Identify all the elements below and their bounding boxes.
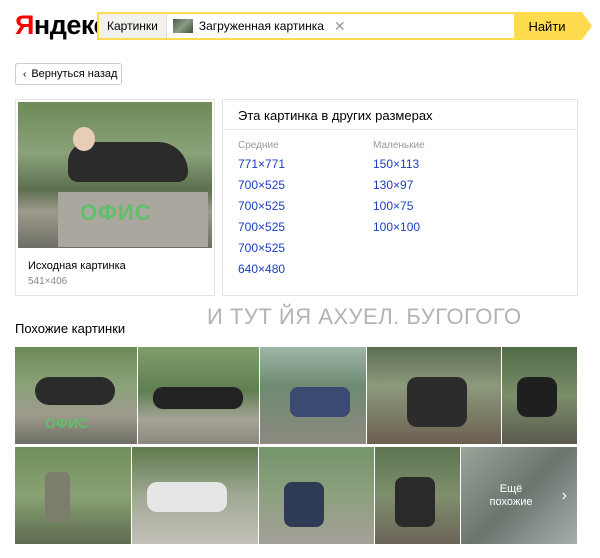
original-image-label: Исходная картинка (28, 260, 126, 272)
original-image[interactable]: ОФИС (18, 102, 212, 248)
uploaded-image-thumbnail (172, 19, 193, 33)
image-head (73, 127, 95, 151)
more-line-1: Ещё (499, 483, 523, 495)
chevron-right-icon: › (561, 487, 567, 504)
chevron-left-icon: ‹ (23, 68, 27, 80)
uploaded-image-chip[interactable]: Загруженная картинка ✕ (167, 14, 352, 38)
size-link[interactable]: 100×75 (373, 196, 425, 217)
similar-image[interactable] (15, 447, 131, 544)
search-input[interactable] (352, 14, 514, 38)
other-sizes-panel: Эта картинка в других размерах Средние 7… (222, 99, 578, 296)
more-line-2: похожие (489, 496, 533, 508)
size-link[interactable]: 130×97 (373, 175, 425, 196)
back-button[interactable]: ‹ Вернуться назад (15, 63, 122, 85)
similar-image[interactable] (132, 447, 258, 544)
image-ofis-text: ОФИС (45, 415, 89, 431)
size-link[interactable]: 700×525 (238, 196, 285, 217)
search-button[interactable]: Найти (514, 12, 592, 40)
other-sizes-title: Эта картинка в других размерах (238, 108, 433, 123)
similar-image[interactable] (138, 347, 259, 444)
divider (223, 129, 577, 130)
back-button-label: Вернуться назад (31, 68, 118, 80)
image-ofis-text: ОФИС (80, 200, 152, 225)
similar-image[interactable] (259, 447, 374, 544)
similar-image[interactable]: ОФИС (15, 347, 137, 444)
small-sizes-column: Маленькие 150×113 130×97 100×75 100×100 (373, 140, 425, 238)
medium-sizes-header: Средние (238, 140, 279, 151)
original-image-card[interactable]: ОФИС Исходная картинка 541×406 (15, 99, 215, 296)
similar-image[interactable] (375, 447, 460, 544)
similar-image[interactable] (260, 347, 366, 444)
more-similar-button[interactable]: Ещё похожие › (461, 447, 577, 544)
similar-image[interactable] (367, 347, 501, 444)
overlay-caption: И ТУТ ЙЯ АХУЕЛ. БУГОГОГО (207, 304, 522, 329)
size-link[interactable]: 700×525 (238, 217, 285, 238)
size-link[interactable]: 640×480 (238, 259, 285, 280)
original-image-size: 541×406 (28, 276, 68, 287)
more-similar-label: Ещё похожие (461, 483, 561, 509)
size-link[interactable]: 771×771 (238, 154, 285, 175)
yandex-logo[interactable]: Яндекс (15, 10, 109, 41)
small-sizes-header: Маленькие (373, 140, 425, 151)
search-bar: Картинки Загруженная картинка ✕ Найти (97, 12, 592, 40)
size-link[interactable]: 700×525 (238, 175, 285, 196)
search-service-tab[interactable]: Картинки (99, 14, 167, 38)
size-link[interactable]: 150×113 (373, 154, 425, 175)
similar-image[interactable] (502, 347, 577, 444)
medium-sizes-column: Средние 771×771 700×525 700×525 700×525 … (238, 140, 285, 280)
similar-images-title: Похожие картинки (15, 321, 126, 336)
size-link[interactable]: 700×525 (238, 238, 285, 259)
uploaded-image-label: Загруженная картинка (198, 19, 324, 33)
close-icon[interactable]: ✕ (334, 18, 346, 35)
logo-first-letter: Я (15, 10, 34, 40)
size-link[interactable]: 100×100 (373, 217, 425, 238)
